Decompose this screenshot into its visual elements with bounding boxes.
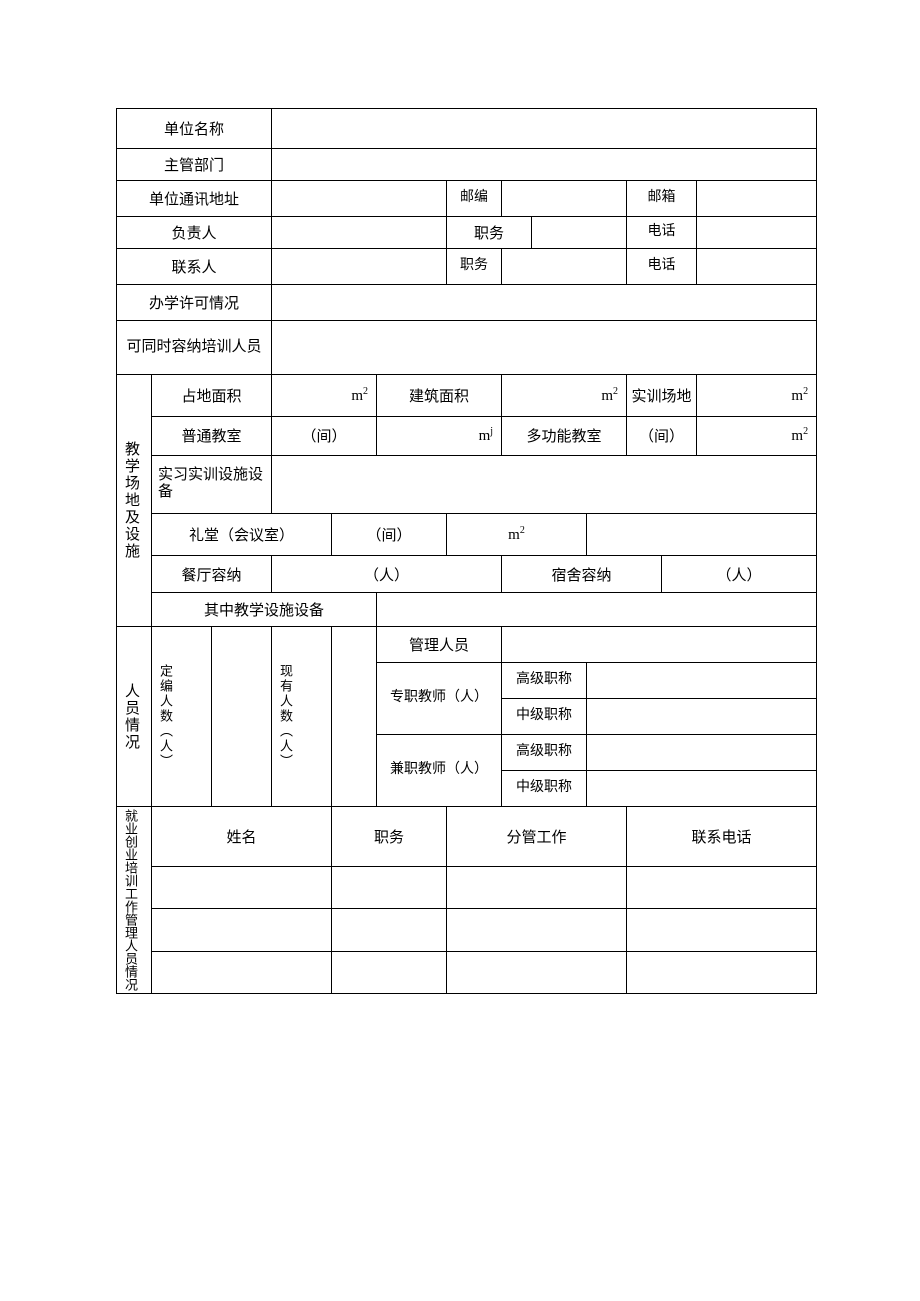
input-multiroom-area[interactable]: m2 (697, 417, 817, 455)
input-leader[interactable] (272, 217, 447, 249)
label-pt-mid: 中级职称 (502, 771, 587, 807)
row2-tel[interactable] (627, 909, 817, 951)
label-leader-phone: 电话 (627, 217, 697, 249)
label-address: 单位通讯地址 (117, 181, 272, 217)
label-contact-pos: 职务 (447, 249, 502, 285)
input-hall-extra[interactable] (587, 514, 817, 556)
label-staff: 人员情况 (117, 627, 152, 807)
label-capacity: 可同时容纳培训人员 (117, 321, 272, 375)
label-teach-equip: 其中教学设施设备 (152, 592, 377, 626)
label-hall: 礼堂（会议室） (152, 514, 332, 556)
label-contact: 联系人 (117, 249, 272, 285)
input-training-site[interactable]: m2 (697, 375, 817, 417)
input-classroom-area[interactable]: mj (377, 417, 502, 455)
col-duty: 职务 (332, 807, 447, 867)
input-build-area[interactable]: m2 (502, 375, 627, 417)
label-dorm: 宿舍容纳 (502, 556, 662, 592)
input-dorm[interactable]: （人） (662, 556, 817, 592)
label-leader: 负责人 (117, 217, 272, 249)
application-form: 单位名称 主管部门 单位通讯地址 邮编 邮箱 负责人 职务 电话 联系人 职务 … (116, 108, 817, 994)
input-leader-pos[interactable] (532, 217, 627, 249)
label-email: 邮箱 (627, 181, 697, 217)
input-postcode[interactable] (502, 181, 627, 217)
input-hall-area[interactable]: m2 (447, 514, 587, 556)
label-training-site: 实训场地 (627, 375, 697, 417)
label-land-area: 占地面积 (152, 375, 272, 417)
col-name: 姓名 (152, 807, 332, 867)
col-tel: 联系电话 (627, 807, 817, 867)
label-postcode: 邮编 (447, 181, 502, 217)
label-current: 现有人数（人） (272, 627, 332, 807)
input-ft-senior[interactable] (587, 663, 817, 699)
row3-duty[interactable] (332, 951, 447, 993)
label-classroom: 普通教室 (152, 417, 272, 455)
row2-duty[interactable] (332, 909, 447, 951)
row2-name[interactable] (152, 909, 332, 951)
label-unit-name: 单位名称 (117, 109, 272, 149)
input-multiroom-count[interactable]: （间） (627, 417, 697, 455)
label-dept: 主管部门 (117, 149, 272, 181)
input-contact[interactable] (272, 249, 447, 285)
input-unit-name[interactable] (272, 109, 817, 149)
label-contact-phone: 电话 (627, 249, 697, 285)
input-land-area[interactable]: m2 (272, 375, 377, 417)
input-email[interactable] (697, 181, 817, 217)
row1-work[interactable] (447, 867, 627, 909)
label-multiroom: 多功能教室 (502, 417, 627, 455)
input-teach-equip[interactable] (377, 592, 817, 626)
label-mgmt-section: 就业创业培训工作管理人员情况 (117, 807, 152, 994)
input-current[interactable] (332, 627, 377, 807)
input-canteen[interactable]: （人） (272, 556, 502, 592)
input-contact-pos[interactable] (502, 249, 627, 285)
label-ft-teacher: 专职教师（人） (377, 663, 502, 735)
label-license: 办学许可情况 (117, 285, 272, 321)
row3-name[interactable] (152, 951, 332, 993)
row2-work[interactable] (447, 909, 627, 951)
label-facility: 教学场地及设施 (117, 375, 152, 627)
row1-duty[interactable] (332, 867, 447, 909)
label-canteen: 餐厅容纳 (152, 556, 272, 592)
input-capacity[interactable] (272, 321, 817, 375)
row1-tel[interactable] (627, 867, 817, 909)
label-leader-pos: 职务 (447, 217, 532, 249)
input-license[interactable] (272, 285, 817, 321)
col-work: 分管工作 (447, 807, 627, 867)
input-mgmt[interactable] (502, 627, 817, 663)
input-hall-count[interactable]: （间） (332, 514, 447, 556)
input-dept[interactable] (272, 149, 817, 181)
label-ft-mid: 中级职称 (502, 699, 587, 735)
label-equip: 实习实训设施设备 (152, 455, 272, 513)
label-pt-teacher: 兼职教师（人） (377, 735, 502, 807)
input-equip[interactable] (272, 455, 817, 513)
row1-name[interactable] (152, 867, 332, 909)
input-ft-mid[interactable] (587, 699, 817, 735)
input-address[interactable] (272, 181, 447, 217)
label-pt-senior: 高级职称 (502, 735, 587, 771)
input-leader-phone[interactable] (697, 217, 817, 249)
input-pt-senior[interactable] (587, 735, 817, 771)
row3-work[interactable] (447, 951, 627, 993)
input-contact-phone[interactable] (697, 249, 817, 285)
input-pt-mid[interactable] (587, 771, 817, 807)
row3-tel[interactable] (627, 951, 817, 993)
input-classroom-count[interactable]: （间） (272, 417, 377, 455)
label-build-area: 建筑面积 (377, 375, 502, 417)
label-mgmt: 管理人员 (377, 627, 502, 663)
input-quota[interactable] (212, 627, 272, 807)
label-ft-senior: 高级职称 (502, 663, 587, 699)
label-quota: 定编人数（人） (152, 627, 212, 807)
